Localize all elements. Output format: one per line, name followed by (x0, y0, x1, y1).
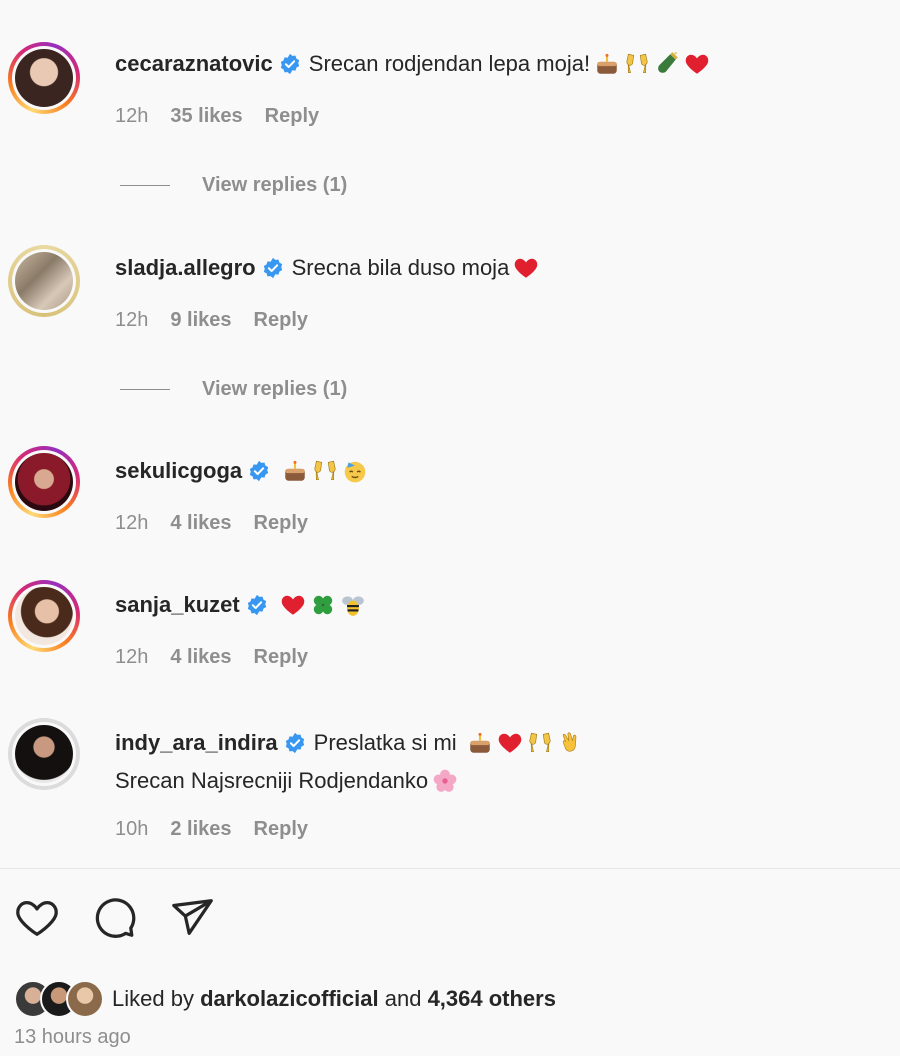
view-replies-label: View replies (1) (202, 378, 348, 400)
clinking-glasses-icon (624, 51, 650, 77)
partying-face-icon (342, 458, 368, 484)
liked-by-others[interactable]: 4,364 others (428, 986, 556, 1011)
cake-icon (467, 730, 493, 756)
comment-username[interactable]: sekulicgoga (115, 457, 242, 485)
liked-by-user[interactable]: darkolazicofficial (200, 986, 379, 1011)
reply-button[interactable]: Reply (254, 309, 308, 332)
comment-time: 12h (115, 646, 149, 668)
verified-badge-icon (279, 53, 301, 75)
reply-button[interactable]: Reply (254, 512, 308, 535)
avatar[interactable] (8, 245, 80, 317)
view-replies-label: View replies (1) (202, 174, 348, 196)
heart-icon (280, 592, 306, 618)
avatar[interactable] (8, 446, 80, 518)
reply-button[interactable]: Reply (254, 646, 308, 669)
comment-username[interactable]: sladja.allegro (115, 254, 256, 282)
liked-by-text: Liked by darkolazicofficial and 4,364 ot… (112, 986, 556, 1011)
post-actions (14, 895, 216, 941)
clinking-glasses-icon (527, 730, 553, 756)
cherry-blossom-icon (432, 768, 458, 794)
comment-bubble-icon[interactable] (92, 895, 138, 941)
comment-time: 10h (115, 818, 149, 840)
replies-divider (120, 185, 170, 186)
comment-likes[interactable]: 9 likes (170, 309, 231, 332)
champagne-icon (654, 51, 680, 77)
post-timestamp: 13 hours ago (14, 1026, 131, 1048)
comment-username[interactable]: indy_ara_indira (115, 729, 278, 757)
verified-badge-icon (248, 460, 270, 482)
replies-divider (120, 389, 170, 390)
section-divider (0, 868, 900, 869)
clapping-hands-icon (557, 730, 583, 756)
view-replies-button[interactable]: View replies (1) (120, 174, 347, 197)
heart-icon (497, 730, 523, 756)
liker-avatar (66, 980, 104, 1018)
avatar[interactable] (8, 580, 80, 652)
four-leaf-clover-icon (310, 592, 336, 618)
reply-button[interactable]: Reply (265, 105, 319, 128)
comment-username[interactable]: cecaraznatovic (115, 50, 273, 78)
heart-outline-icon[interactable] (14, 895, 60, 941)
comment-text: Srecna bila duso moja (291, 255, 510, 280)
heart-icon (684, 51, 710, 77)
cake-icon (594, 51, 620, 77)
comment-likes[interactable]: 35 likes (170, 105, 242, 128)
comment-likes[interactable]: 4 likes (170, 512, 231, 535)
avatar[interactable] (8, 42, 80, 114)
comment-time: 12h (115, 309, 149, 331)
comment-text: Preslatka si mi (313, 730, 457, 755)
verified-badge-icon (246, 594, 268, 616)
paper-plane-icon[interactable] (170, 895, 216, 941)
comment-text: Srecan rodjendan lepa moja! (308, 51, 591, 76)
view-replies-button[interactable]: View replies (1) (120, 378, 347, 401)
comment-likes[interactable]: 4 likes (170, 646, 231, 669)
bee-icon (340, 592, 366, 618)
heart-icon (513, 255, 539, 281)
verified-badge-icon (284, 732, 306, 754)
comment-likes[interactable]: 2 likes (170, 818, 231, 841)
avatar[interactable] (8, 718, 80, 790)
comment-text-line2: Srecan Najsrecniji Rodjendanko (115, 768, 429, 793)
comment-time: 12h (115, 105, 149, 127)
liked-by-row[interactable]: Liked by darkolazicofficial and 4,364 ot… (14, 980, 556, 1018)
reply-button[interactable]: Reply (254, 818, 308, 841)
cake-icon (282, 458, 308, 484)
comment-username[interactable]: sanja_kuzet (115, 591, 240, 619)
verified-badge-icon (262, 257, 284, 279)
comment-time: 12h (115, 512, 149, 534)
clinking-glasses-icon (312, 458, 338, 484)
